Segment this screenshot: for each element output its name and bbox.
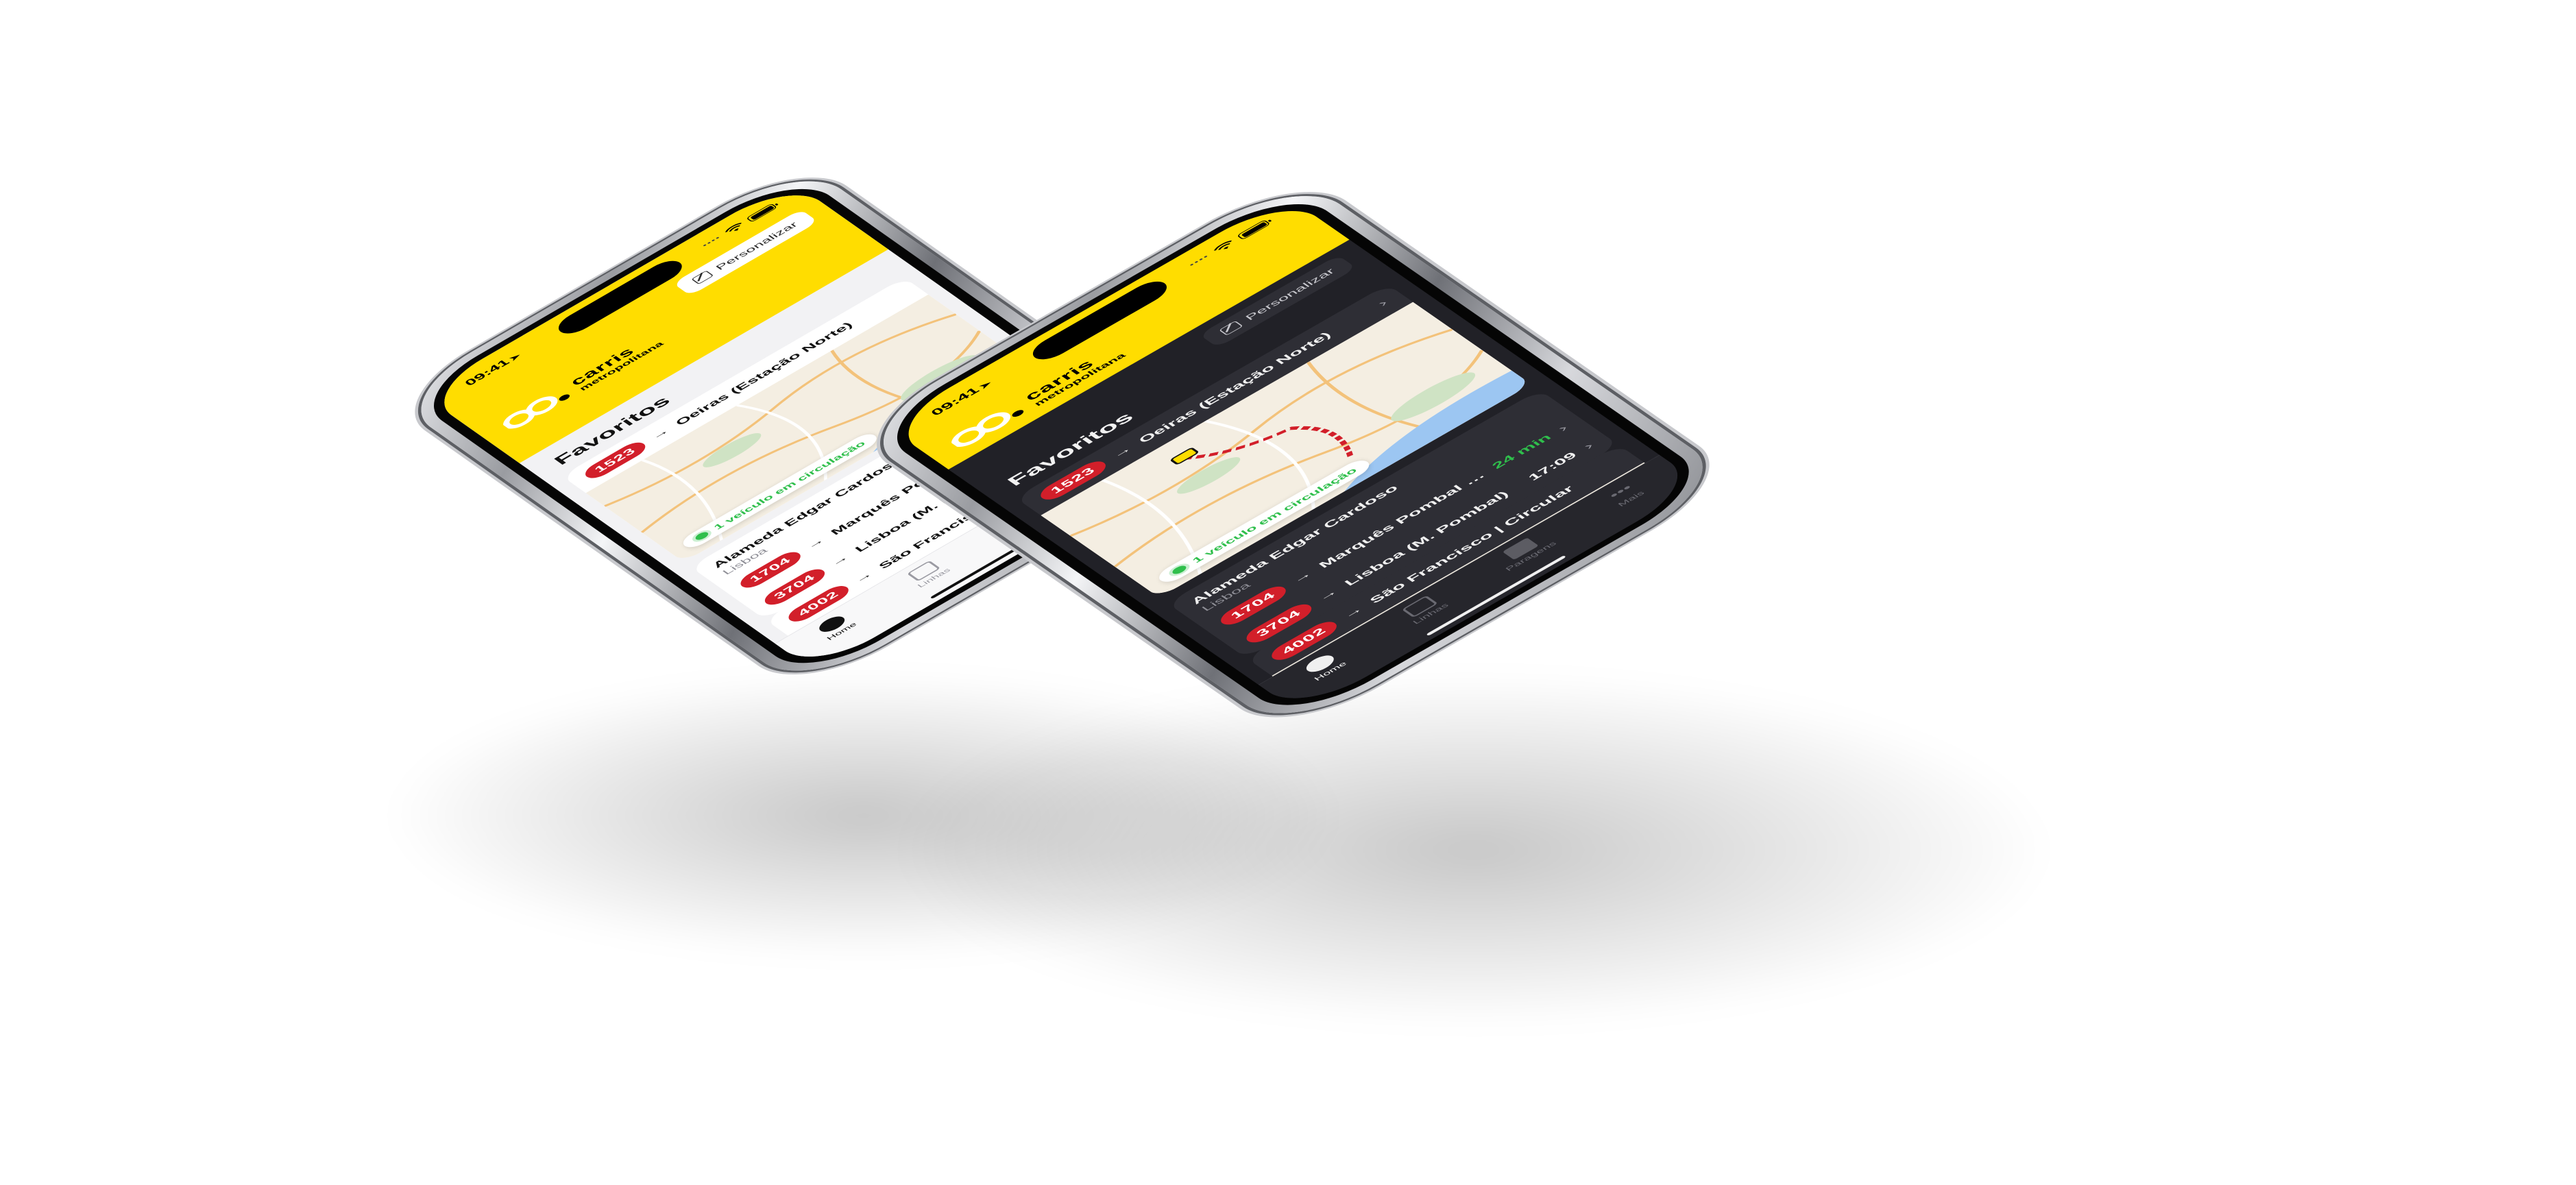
arrow-right-icon: → (828, 553, 851, 568)
battery-icon (746, 203, 778, 223)
arrow-right-icon: → (1289, 570, 1315, 585)
edit-icon (1218, 321, 1243, 336)
logo-line1: carris (566, 345, 638, 388)
logo-mark-icon (502, 394, 570, 429)
live-dot-icon (693, 530, 711, 541)
arrow-right-icon: → (852, 570, 875, 585)
arrow-right-icon: → (1340, 604, 1366, 620)
arrow-right-icon: → (648, 426, 672, 441)
phone-dark: 09:41➤ •••• carris metropolitana Persona… (851, 174, 1736, 735)
location-arrow-icon: ➤ (507, 352, 524, 363)
arrow-right-icon: → (1109, 444, 1135, 460)
signal-icon: •••• (701, 234, 723, 249)
customize-label: Personalizar (713, 220, 801, 272)
location-arrow-icon: ➤ (977, 379, 995, 391)
edit-icon (690, 270, 714, 285)
arrow-right-icon: → (803, 536, 827, 551)
live-dot-icon (1170, 564, 1189, 576)
signal-icon: •••• (1187, 253, 1212, 268)
wifi-icon (725, 222, 742, 232)
app-screen-dark: 09:41➤ •••• carris metropolitana Persona… (884, 195, 1702, 715)
phone-shadow-right (891, 672, 2056, 1028)
chevron-right-icon: › (1554, 422, 1571, 434)
wifi-icon (1213, 240, 1232, 251)
chevron-right-icon: › (1580, 440, 1596, 452)
arrow-right-icon: → (1315, 587, 1341, 603)
chevron-right-icon: › (1374, 297, 1391, 308)
status-indicators: •••• (1187, 219, 1271, 268)
mockup-scene: 09:41➤ •••• Personalizar carris metropol… (0, 0, 2576, 1185)
battery-icon (1236, 219, 1271, 241)
logo-mark-icon (951, 409, 1023, 447)
